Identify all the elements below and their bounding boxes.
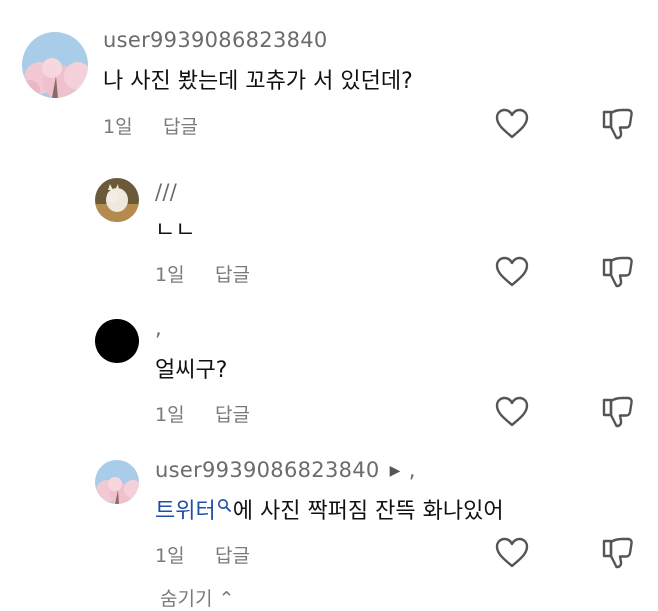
comment-username[interactable]: ///: [155, 180, 177, 204]
reply-button[interactable]: 답글: [215, 260, 250, 287]
search-icon[interactable]: [217, 498, 231, 512]
avatar[interactable]: [22, 32, 88, 98]
comment-username-text: user9939086823840: [155, 458, 380, 482]
reply-button[interactable]: 답글: [215, 400, 250, 427]
comment-text: 얼씨구?: [155, 358, 228, 383]
thumbs-down-icon: [602, 108, 633, 140]
like-button[interactable]: [494, 254, 530, 290]
thumbs-down-icon: [602, 396, 633, 428]
cherry-blossom-avatar-image: [95, 460, 139, 504]
triangle-right-icon: ▶: [389, 463, 401, 479]
thumbs-down-icon: [602, 256, 633, 288]
dislike-button[interactable]: [600, 535, 636, 571]
avatar[interactable]: [95, 178, 139, 222]
heart-outline-icon: [495, 108, 529, 139]
comment-text-rest: 에 사진 짝퍼짐 잔뜩 화나있어: [232, 499, 504, 524]
comment-username[interactable]: ,: [155, 316, 162, 340]
black-avatar-image: [95, 319, 139, 363]
reply-button[interactable]: 답글: [215, 541, 250, 568]
reply-to-username[interactable]: ,: [409, 458, 416, 482]
comment-text: 트위터 에 사진 짝퍼짐 잔뜩 화나있어: [155, 493, 504, 525]
dislike-button[interactable]: [600, 254, 636, 290]
like-button[interactable]: [494, 106, 530, 142]
comment-time: 1일: [155, 404, 185, 426]
comment-time: 1일: [155, 545, 185, 567]
heart-outline-icon: [495, 256, 529, 287]
dislike-button[interactable]: [600, 106, 636, 142]
thumbs-down-icon: [602, 537, 633, 569]
comment-text: 나 사진 봤는데 꼬츄가 서 있던데?: [103, 69, 413, 94]
heart-outline-icon: [495, 396, 529, 427]
search-link[interactable]: 트위터: [155, 499, 216, 524]
avatar[interactable]: [95, 460, 139, 504]
reply-button[interactable]: 답글: [163, 112, 198, 139]
like-button[interactable]: [494, 535, 530, 571]
cat-avatar-image: [95, 178, 139, 222]
like-button[interactable]: [494, 394, 530, 430]
heart-outline-icon: [495, 537, 529, 568]
cherry-blossom-avatar-image: [22, 32, 88, 98]
avatar[interactable]: [95, 319, 139, 363]
comment-time: 1일: [155, 264, 185, 286]
comment-time: 1일: [103, 116, 133, 138]
comment-username[interactable]: user9939086823840 ▶,: [155, 458, 416, 482]
comment-text: ㄴㄴ: [155, 218, 196, 243]
dislike-button[interactable]: [600, 394, 636, 430]
comment-username[interactable]: user9939086823840: [103, 28, 328, 52]
